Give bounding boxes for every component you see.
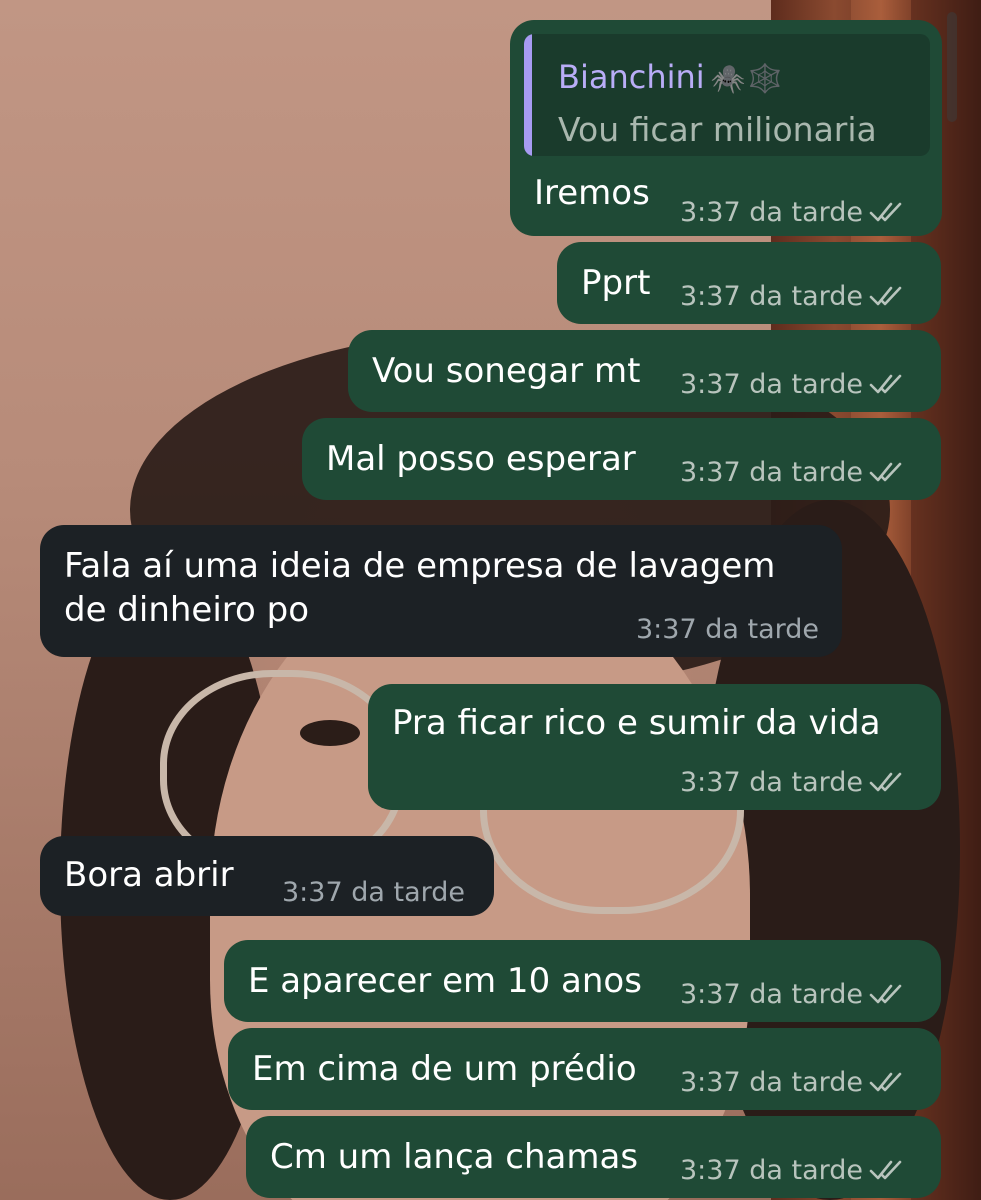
message-meta: 3:37 da tarde — [680, 1156, 903, 1186]
reply-author: Bianchini 🕷️🕸️ — [558, 58, 785, 96]
message-meta: 3:37 da tarde — [680, 980, 903, 1010]
double-check-icon — [869, 372, 903, 394]
message-time: 3:37 da tarde — [680, 281, 863, 312]
reply-text: Vou ficar milionaria — [558, 110, 877, 149]
message-text: Iremos — [534, 173, 650, 213]
message-text-line: Fala aí uma ideia de empresa de lavagem — [64, 546, 776, 586]
message-meta: 3:37 da tarde — [680, 370, 903, 400]
message-time: 3:37 da tarde — [680, 1155, 863, 1186]
message-time: 3:37 da tarde — [636, 614, 819, 645]
message-bubble-outgoing[interactable]: Cm um lança chamas 3:37 da tarde — [246, 1116, 941, 1198]
message-text-line: de dinheiro po — [64, 590, 310, 630]
message-text: Mal posso esperar — [326, 439, 636, 479]
message-time: 3:37 da tarde — [680, 457, 863, 488]
message-time: 3:37 da tarde — [680, 767, 863, 798]
message-text: Pra ficar rico e sumir da vida — [392, 703, 881, 743]
message-bubble-incoming[interactable]: Fala aí uma ideia de empresa de lavagem … — [40, 525, 842, 657]
message-time: 3:37 da tarde — [680, 197, 863, 228]
message-text: Cm um lança chamas — [270, 1137, 639, 1177]
message-bubble-outgoing[interactable]: Em cima de um prédio 3:37 da tarde — [228, 1028, 941, 1110]
message-text: E aparecer em 10 anos — [248, 961, 642, 1001]
message-bubble-outgoing[interactable]: Bianchini 🕷️🕸️ Vou ficar milionaria Iremo… — [510, 20, 942, 236]
message-text: Em cima de um prédio — [252, 1049, 637, 1089]
message-bubble-incoming[interactable]: Bora abrir 3:37 da tarde — [40, 836, 494, 916]
message-bubble-outgoing[interactable]: Vou sonegar mt 3:37 da tarde — [348, 330, 941, 412]
message-meta: 3:37 da tarde — [680, 458, 903, 488]
double-check-icon — [869, 284, 903, 306]
double-check-icon — [869, 982, 903, 1004]
message-text: Pprt — [581, 263, 651, 303]
spider-web-emoji-icon: 🕷️🕸️ — [710, 62, 785, 95]
reply-quote[interactable]: Bianchini 🕷️🕸️ Vou ficar milionaria — [524, 34, 930, 156]
double-check-icon — [869, 460, 903, 482]
message-meta: 3:37 da tarde — [680, 1068, 903, 1098]
message-meta: 3:37 da tarde — [636, 615, 819, 645]
message-text: Bora abrir — [64, 855, 234, 895]
message-bubble-outgoing[interactable]: Mal posso esperar 3:37 da tarde — [302, 418, 941, 500]
message-meta: 3:37 da tarde — [680, 198, 903, 228]
message-text: Vou sonegar mt — [372, 351, 641, 391]
message-bubble-outgoing[interactable]: E aparecer em 10 anos 3:37 da tarde — [224, 940, 941, 1022]
double-check-icon — [869, 1158, 903, 1180]
message-bubble-outgoing[interactable]: Pprt 3:37 da tarde — [557, 242, 941, 324]
reply-accent-bar — [524, 34, 532, 156]
double-check-icon — [869, 770, 903, 792]
message-time: 3:37 da tarde — [282, 877, 465, 908]
double-check-icon — [869, 1070, 903, 1092]
message-meta: 3:37 da tarde — [680, 282, 903, 312]
message-time: 3:37 da tarde — [680, 979, 863, 1010]
scrollbar[interactable] — [947, 12, 957, 122]
double-check-icon — [869, 200, 903, 222]
message-meta: 3:37 da tarde — [282, 878, 465, 908]
message-bubble-outgoing[interactable]: Pra ficar rico e sumir da vida 3:37 da t… — [368, 684, 941, 810]
message-meta: 3:37 da tarde — [680, 768, 903, 798]
message-time: 3:37 da tarde — [680, 369, 863, 400]
message-time: 3:37 da tarde — [680, 1067, 863, 1098]
